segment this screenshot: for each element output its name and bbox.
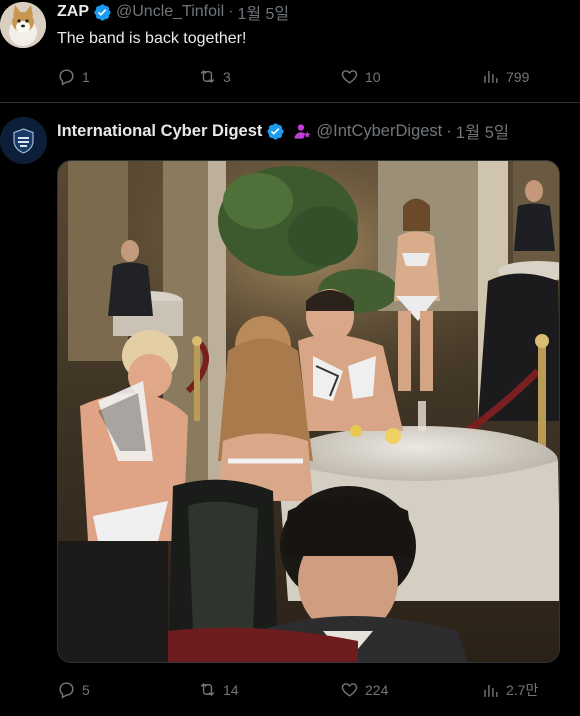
like-button[interactable]: 10 — [340, 67, 381, 86]
reply-icon — [59, 682, 74, 699]
timestamp[interactable]: 1월 5일 — [456, 119, 509, 143]
reply-count: 5 — [82, 681, 90, 698]
reply-button[interactable]: 5 — [57, 680, 90, 699]
retweet-count: 3 — [223, 68, 231, 85]
timestamp[interactable]: 1월 5일 — [237, 0, 289, 24]
tweet-photo[interactable] — [57, 160, 560, 663]
like-count: 224 — [365, 681, 389, 698]
views-icon — [484, 70, 498, 83]
verified-badge-icon[interactable] — [93, 3, 112, 22]
separator-dot: · — [228, 3, 234, 20]
retweet-button[interactable]: 3 — [198, 67, 231, 86]
retweet-icon — [200, 69, 215, 84]
tweet-zap[interactable]: ZAP @Uncle_Tinfoil · 1월 5일 The band is b… — [0, 0, 580, 100]
restaurant-photo-image — [58, 161, 559, 662]
view-count: 2.7만 — [506, 682, 539, 698]
avatar[interactable] — [0, 2, 46, 48]
reply-count: 1 — [82, 68, 90, 85]
heart-icon — [341, 70, 358, 84]
dog-avatar-icon — [0, 2, 46, 48]
affiliate-person-icon[interactable] — [293, 122, 312, 141]
handle[interactable]: @IntCyberDigest — [316, 122, 442, 141]
verified-badge-icon[interactable] — [266, 122, 285, 141]
retweet-button[interactable]: 14 — [198, 680, 239, 699]
views-icon — [484, 684, 498, 697]
retweet-count: 14 — [223, 681, 239, 698]
tweet-icd[interactable]: International Cyber Digest @IntCyberDige… — [0, 103, 580, 716]
reply-icon — [59, 69, 74, 86]
shield-logo-icon — [0, 117, 47, 164]
avatar[interactable] — [0, 117, 47, 164]
like-count: 10 — [365, 68, 381, 85]
display-name[interactable]: International Cyber Digest — [57, 122, 262, 141]
like-button[interactable]: 224 — [340, 680, 388, 699]
retweet-icon — [200, 682, 215, 697]
views-button[interactable]: 799 — [481, 67, 529, 86]
view-count: 799 — [506, 68, 530, 85]
reply-button[interactable]: 1 — [57, 67, 90, 86]
separator-dot: · — [446, 121, 452, 140]
tweet-text: The band is back together! — [57, 30, 247, 47]
handle[interactable]: @Uncle_Tinfoil — [116, 3, 224, 21]
heart-icon — [341, 683, 358, 697]
display-name[interactable]: ZAP — [57, 3, 89, 21]
views-button[interactable]: 2.7만 — [481, 680, 538, 700]
